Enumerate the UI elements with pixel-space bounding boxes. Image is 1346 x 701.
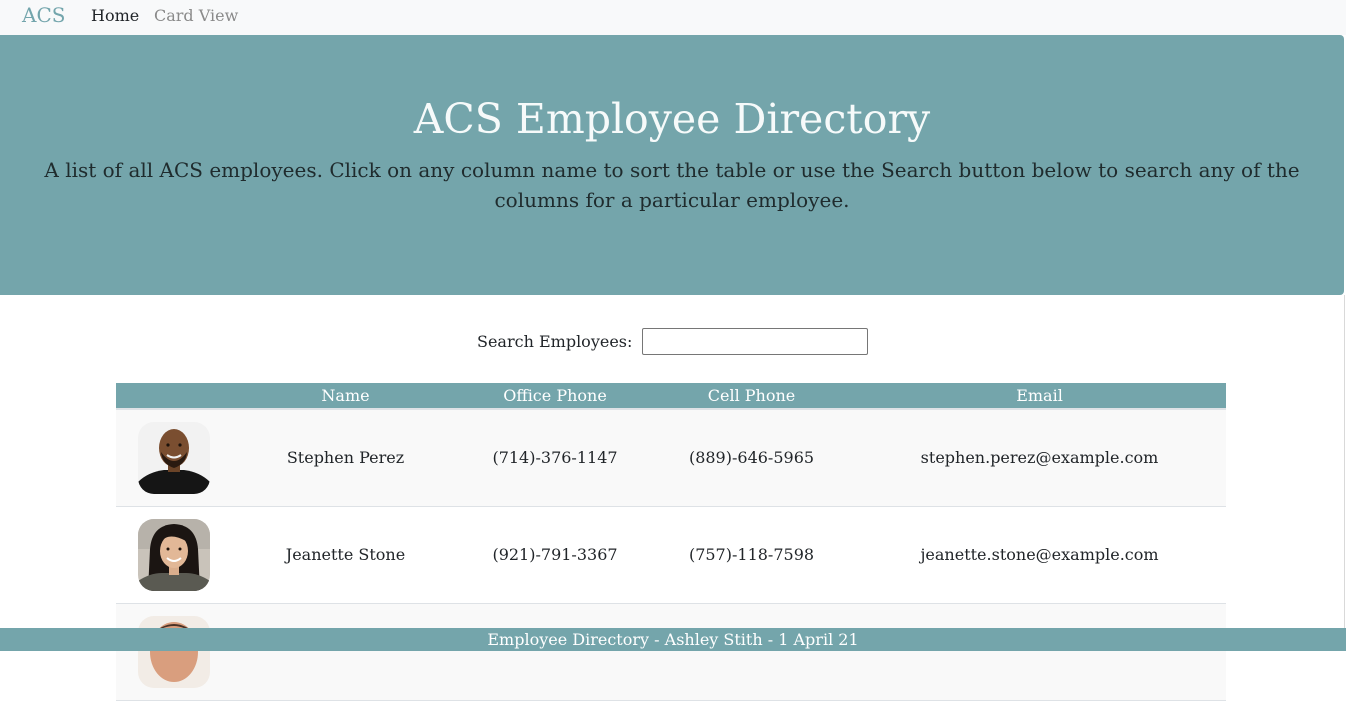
search-bar: Search Employees:	[477, 327, 869, 356]
page-description: A list of all ACS employees. Click on an…	[44, 158, 1300, 212]
nav-link-card-view[interactable]: Card View	[154, 6, 238, 25]
employee-avatar	[138, 421, 210, 494]
employee-office-phone	[460, 603, 650, 700]
column-header-name[interactable]: Name	[231, 383, 460, 410]
search-input[interactable]	[642, 328, 869, 355]
employee-email: jeanette.stone@example.com	[920, 545, 1159, 564]
table-row: Stephen Perez (714)-376-1147 (889)-646-5…	[116, 409, 1226, 506]
footer: Employee Directory - Ashley Stith - 1 Ap…	[0, 628, 1346, 651]
brand-logo[interactable]: ACS	[22, 3, 65, 27]
navbar: ACS Home Card View	[0, 0, 1346, 35]
employee-email	[853, 603, 1226, 700]
photo-cell	[116, 409, 231, 506]
column-header-photo	[116, 383, 231, 410]
hero-banner: ACS Employee Directory A list of all ACS…	[0, 35, 1344, 295]
employee-avatar	[138, 615, 210, 688]
page-title: ACS Employee Directory	[413, 95, 931, 143]
employee-name	[231, 603, 460, 700]
employee-office-phone: (714)-376-1147	[492, 448, 618, 468]
employee-avatar	[138, 518, 210, 591]
table-header: Name Office Phone Cell Phone Email	[116, 383, 1226, 410]
column-header-office-phone[interactable]: Office Phone	[460, 383, 650, 410]
page-border	[1344, 295, 1345, 630]
column-header-email[interactable]: Email	[853, 383, 1226, 410]
nav-link-home[interactable]: Home	[91, 6, 139, 25]
employee-cell-phone	[650, 603, 853, 700]
table-row: Jeanette Stone (921)-791-3367 (757)-118-…	[116, 506, 1226, 603]
employee-cell-phone: (757)-118-7598	[688, 545, 815, 564]
employee-office-phone: (921)-791-3367	[492, 545, 618, 564]
employee-name: Stephen Perez	[286, 448, 405, 468]
photo-cell	[116, 603, 231, 700]
employee-cell-phone: (889)-646-5965	[688, 448, 815, 468]
employee-table: Name Office Phone Cell Phone Email Steph	[116, 383, 1226, 701]
employee-email: stephen.perez@example.com	[920, 448, 1159, 468]
table-row	[116, 603, 1226, 700]
search-label: Search Employees:	[477, 332, 633, 351]
column-header-cell-phone[interactable]: Cell Phone	[650, 383, 853, 410]
employee-name: Jeanette Stone	[285, 545, 406, 564]
photo-cell	[116, 506, 231, 603]
